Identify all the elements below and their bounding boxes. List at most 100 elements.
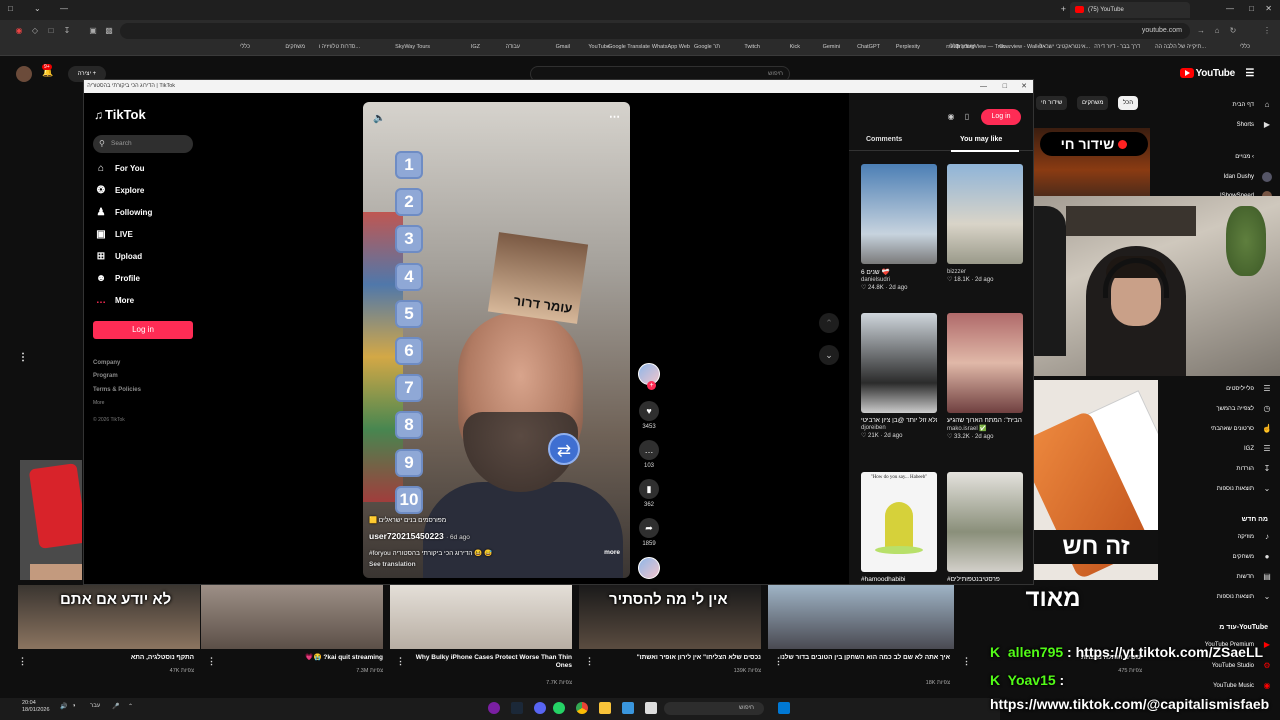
- windows-start-icon[interactable]: [778, 702, 790, 714]
- bookmark-item[interactable]: עבודה: [506, 44, 520, 50]
- extension-icon-2[interactable]: ◇: [30, 26, 40, 36]
- video-author[interactable]: user720215450223 · 6d ago: [369, 531, 470, 541]
- login-button[interactable]: Log in: [93, 321, 193, 339]
- bookmark-item[interactable]: Kick: [790, 44, 800, 50]
- bookmark-icon[interactable]: ▮: [639, 479, 659, 499]
- music-disc-icon[interactable]: [638, 557, 660, 579]
- nav-upload[interactable]: ⊞ Upload: [95, 250, 195, 264]
- nav-for-you[interactable]: ⌂ For You: [95, 162, 195, 176]
- back-icon[interactable]: →: [1196, 26, 1206, 36]
- window-menu-icon[interactable]: □: [8, 4, 13, 13]
- video-title-2[interactable]: 💗😭 ?kai quit streaming: [213, 654, 383, 662]
- left-video-thumbnail[interactable]: [20, 460, 82, 580]
- chip-live[interactable]: שידור חי: [1036, 96, 1068, 110]
- sidebar-item-igz[interactable]: IGZ ☰: [1160, 442, 1272, 456]
- download-icon[interactable]: ↧: [62, 26, 72, 36]
- avatar[interactable]: [16, 66, 32, 82]
- suggested-video-card[interactable]: #פרסטיבנטפותילים: [947, 472, 1023, 583]
- chevron-up-icon[interactable]: ⌃: [128, 703, 133, 710]
- bookmark-item[interactable]: משחקים: [285, 44, 305, 50]
- video-thumbnail-2[interactable]: [201, 585, 383, 649]
- new-tab-button[interactable]: +: [1061, 4, 1066, 14]
- bookmark-item[interactable]: YouTube: [588, 44, 610, 50]
- suggested-video-card[interactable]: 6 שנים ❤️‍🩹 danielsudri ♡ 24.8K · 2d ago: [861, 164, 937, 291]
- nav-live[interactable]: ▣ LIVE: [95, 228, 195, 242]
- store-icon[interactable]: [622, 702, 634, 714]
- extension-icon-3[interactable]: □: [46, 26, 56, 36]
- bookmark-item[interactable]: IGZ: [471, 44, 480, 50]
- video-thumbnail-5[interactable]: [768, 585, 954, 649]
- discord-icon[interactable]: [534, 702, 546, 714]
- caption-more-link[interactable]: more: [604, 549, 620, 556]
- whatsapp-icon[interactable]: [553, 702, 565, 714]
- bookmark-item[interactable]: SkyWay Tours: [395, 44, 430, 50]
- sidebar-item-shorts[interactable]: Shorts ▶: [1160, 118, 1272, 132]
- sidebar-item-liked[interactable]: סרטונים שאהבתי ☝: [1160, 422, 1272, 436]
- bookmark-item[interactable]: דרך בבר - דיור דירה: [1094, 44, 1140, 50]
- home-icon[interactable]: ⌂: [1212, 26, 1222, 36]
- file-explorer-icon[interactable]: [599, 702, 611, 714]
- sidebar-item-subscriptions[interactable]: מנויים ‹: [1160, 150, 1272, 164]
- network-icon[interactable]: ◑: [72, 703, 76, 709]
- more-options-icon[interactable]: ⋯: [609, 110, 620, 123]
- tab-comments[interactable]: Comments: [866, 136, 902, 143]
- bookmark-item[interactable]: WhatsApp Web: [652, 44, 690, 50]
- tiktok-logo[interactable]: ♫ TikTok: [94, 107, 146, 122]
- sidebar-item-news[interactable]: חדשות ▤: [1160, 570, 1272, 584]
- bookmark-item[interactable]: סדרות טלוויזיה ו...: [319, 44, 360, 50]
- footer-more[interactable]: More: [93, 400, 104, 406]
- next-video-icon[interactable]: ⌄: [819, 345, 839, 365]
- minimize-icon[interactable]: —: [60, 4, 68, 13]
- video-title-3[interactable]: Why Bulky iPhone Cases Protect Worse Tha…: [402, 654, 572, 670]
- extension-icon-4[interactable]: ▣: [88, 26, 98, 36]
- bookmark-item[interactable]: תיקייה של הלבה הה...: [1155, 44, 1206, 50]
- tiktok-video-player[interactable]: עומר דרור 🔈 ⋯ 1 2 3 4 5 6 7 8 9 10 ⇄ 🟨 מפורסמים ב…: [363, 102, 630, 578]
- more-options-icon[interactable]: ⋮: [18, 352, 28, 363]
- sidebar-item-music[interactable]: מוזיקה ♪: [1160, 530, 1272, 544]
- nav-more[interactable]: … More: [95, 294, 195, 308]
- sidebar-item-explore-more[interactable]: תוצאות נוספות ⌄: [1160, 590, 1272, 604]
- sidebar-item-playlists[interactable]: פלייליסטים ☰: [1160, 382, 1272, 396]
- sidebar-item-studio[interactable]: YouTube Studio ⚙: [1160, 659, 1272, 673]
- extension-icon-5[interactable]: ▩: [104, 26, 114, 36]
- url-input[interactable]: youtube.com: [120, 23, 1190, 39]
- bookmark-item[interactable]: rseup: [946, 44, 960, 50]
- video-menu-icon[interactable]: ⋮: [585, 656, 594, 667]
- volume-icon[interactable]: 🔊: [60, 703, 67, 710]
- video-thumbnail-3[interactable]: [390, 585, 572, 649]
- video-menu-icon[interactable]: ⋮: [18, 656, 27, 667]
- app-icon-2[interactable]: [645, 702, 657, 714]
- bookmark-item[interactable]: Perplexity: [896, 44, 920, 50]
- steam-icon[interactable]: [511, 702, 523, 714]
- bookmark-item[interactable]: ChatGPT: [857, 44, 880, 50]
- comment-icon[interactable]: …: [639, 440, 659, 460]
- share-arrow-icon[interactable]: ➦: [639, 518, 659, 538]
- window-maximize-icon[interactable]: □: [1003, 80, 1007, 93]
- author-avatar[interactable]: +: [638, 363, 660, 390]
- suggested-video-card[interactable]: "How do you say... Habeeb" #hamoodhabibi: [861, 472, 937, 583]
- chip-games[interactable]: משחקים: [1077, 96, 1109, 110]
- nav-explore[interactable]: ❂ Explore: [95, 184, 195, 198]
- hamburger-menu-icon[interactable]: ☰: [1245, 68, 1254, 79]
- sidebar-item-idan-dushy[interactable]: Idan Dushy: [1160, 170, 1272, 184]
- video-title-4[interactable]: "נכסים שלא הצליחו" אין לירון אופיר ואשתו: [591, 654, 761, 662]
- taskbar-clock[interactable]: 20:04 18/01/2026: [22, 700, 50, 714]
- tab-youtube[interactable]: (75) YouTube: [1070, 2, 1190, 18]
- video-thumbnail-1[interactable]: לא יודע אם אתם: [18, 585, 200, 649]
- video-menu-icon[interactable]: ⋮: [207, 656, 216, 667]
- chip-all[interactable]: הכל: [1118, 96, 1139, 110]
- follow-plus-icon[interactable]: +: [647, 381, 656, 390]
- video-menu-icon[interactable]: ⋮: [774, 656, 783, 667]
- window-minimize-icon[interactable]: —: [980, 80, 987, 93]
- bookmark-item[interactable]: Twitch: [744, 44, 760, 50]
- bookmark-item[interactable]: Google Translate: [608, 44, 650, 50]
- bookmark-item[interactable]: Gmail: [556, 44, 570, 50]
- sidebar-item-show-more[interactable]: תוצאות נוספות ⌄: [1160, 482, 1272, 496]
- sidebar-item-watch-later[interactable]: לצפייה בהמשך ◷: [1160, 402, 1272, 416]
- reload-icon[interactable]: ↻: [1228, 26, 1238, 36]
- volume-icon[interactable]: 🔈: [373, 113, 385, 124]
- see-translation-link[interactable]: See translation: [369, 561, 416, 568]
- like-heart-icon[interactable]: ♥: [639, 401, 659, 421]
- sidebar-item-gaming[interactable]: משחקים ●: [1160, 550, 1272, 564]
- tab-you-may-like[interactable]: You may like: [960, 136, 1002, 143]
